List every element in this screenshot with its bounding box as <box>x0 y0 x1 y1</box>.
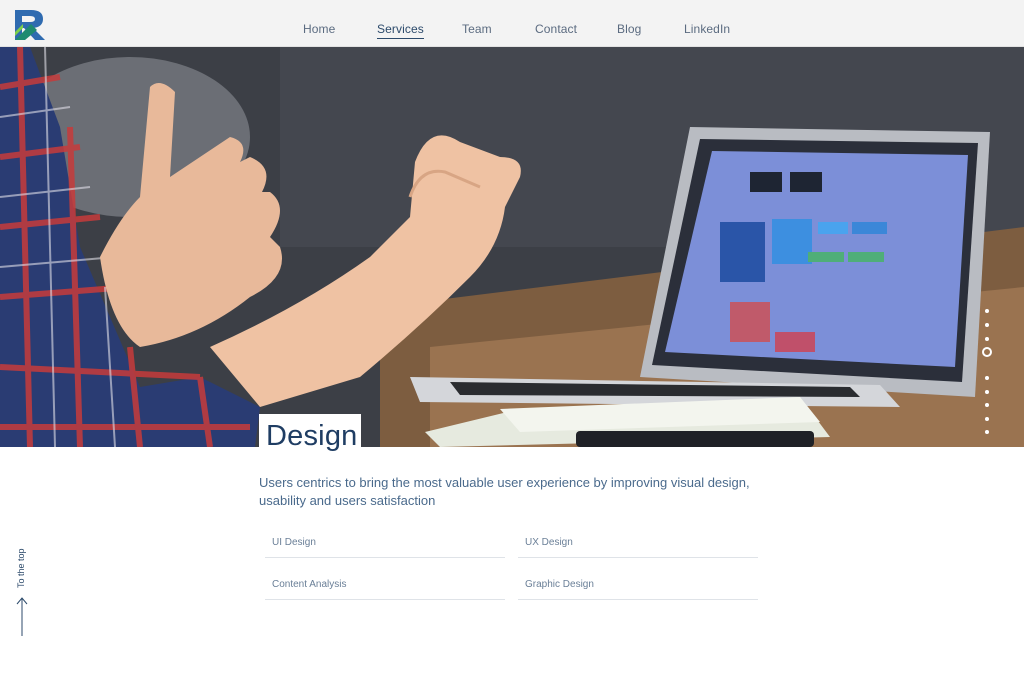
slide-dot[interactable] <box>985 403 989 407</box>
site-header: Home Services Team Contact Blog LinkedIn <box>0 0 1024 47</box>
slide-dot[interactable] <box>985 337 989 341</box>
nav-home[interactable]: Home <box>303 22 335 36</box>
to-top-label: To the top <box>16 548 26 588</box>
service-item-label: UX Design <box>525 537 573 548</box>
slide-dot[interactable] <box>985 390 989 394</box>
slide-dot[interactable] <box>985 309 989 313</box>
meeting-laptop-photo <box>0 47 1024 447</box>
service-item-label: Graphic Design <box>525 579 594 590</box>
service-item-graphic-design[interactable]: Graphic Design <box>518 572 758 600</box>
service-item-ui-design[interactable]: UI Design <box>265 530 505 558</box>
slide-dot[interactable] <box>985 417 989 421</box>
nav-team[interactable]: Team <box>462 22 492 36</box>
service-title: Design <box>266 420 358 452</box>
nav-services[interactable]: Services <box>377 22 424 39</box>
nav-blog[interactable]: Blog <box>617 22 641 36</box>
main-nav: Home Services Team Contact Blog LinkedIn <box>0 0 1024 47</box>
hero-image <box>0 47 1024 447</box>
to-top-link[interactable]: To the top <box>12 548 32 640</box>
nav-linkedin[interactable]: LinkedIn <box>684 22 730 36</box>
service-item-label: Content Analysis <box>272 579 347 590</box>
service-title-card: Design <box>259 414 361 454</box>
slide-dot-active[interactable] <box>982 347 992 357</box>
service-item-ux-design[interactable]: UX Design <box>518 530 758 558</box>
nav-contact[interactable]: Contact <box>535 22 577 36</box>
service-description: Users centrics to bring the most valuabl… <box>259 475 750 508</box>
slide-dot[interactable] <box>985 430 989 434</box>
slide-dot[interactable] <box>985 323 989 327</box>
arrow-up-icon <box>16 597 28 636</box>
service-item-label: UI Design <box>272 537 316 548</box>
service-item-content-analysis[interactable]: Content Analysis <box>265 572 505 600</box>
slide-dot[interactable] <box>985 376 989 380</box>
